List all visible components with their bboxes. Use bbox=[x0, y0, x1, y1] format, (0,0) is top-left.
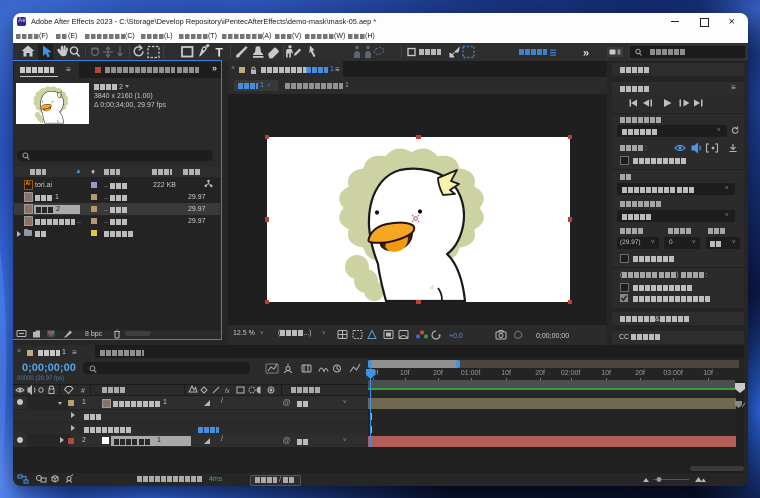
svg-text:»: » bbox=[583, 48, 589, 60]
svg-text:8 bpc: 8 bpc bbox=[85, 331, 103, 338]
svg-text:+0.0: +0.0 bbox=[449, 333, 463, 340]
svg-text:#: # bbox=[81, 388, 85, 395]
svg-text:0;00;00;00: 0;00;00;00 bbox=[536, 333, 569, 340]
svg-text:T: T bbox=[216, 46, 224, 60]
